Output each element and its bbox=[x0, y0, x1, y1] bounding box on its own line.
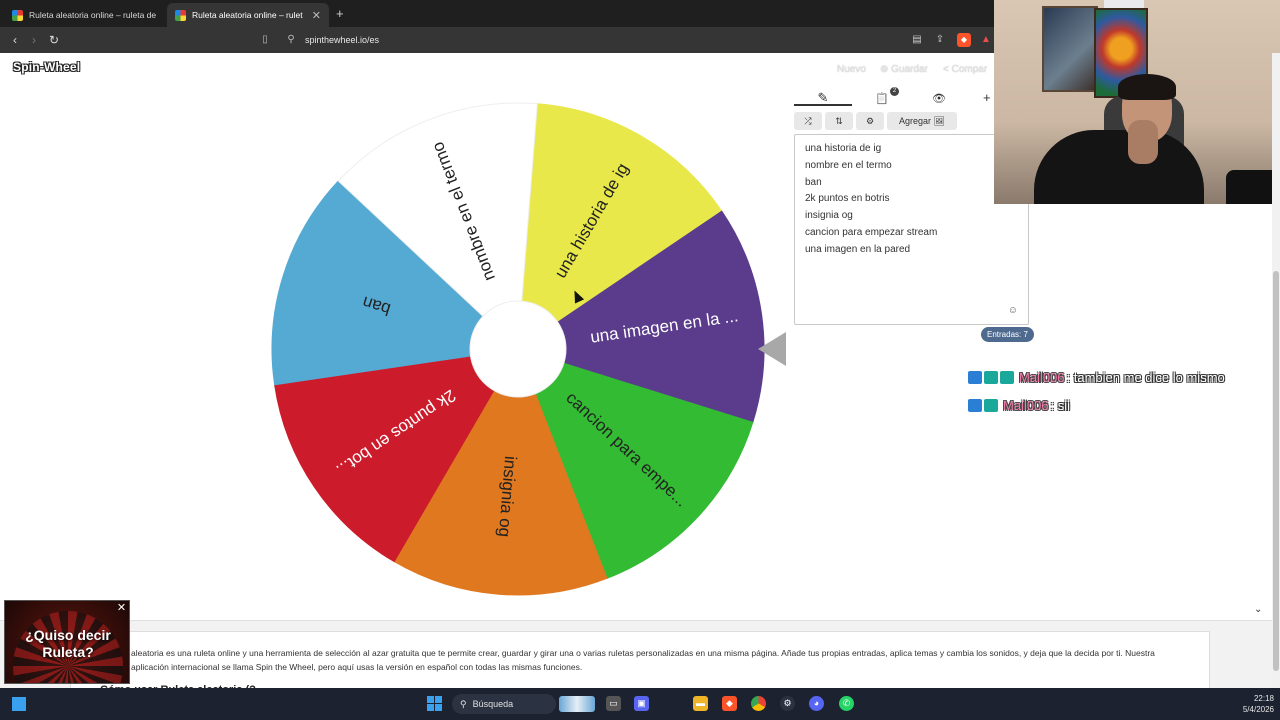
roulette-ad-popup[interactable]: ¿Quiso decir Ruleta? ✕ bbox=[4, 600, 130, 684]
forward-arrow-icon[interactable]: › bbox=[26, 32, 42, 48]
clock-date: 5/4/2026 bbox=[1242, 705, 1274, 714]
search-icon: ⚲ bbox=[460, 698, 467, 709]
add-image-button[interactable]: Agregar 🖼 bbox=[887, 112, 957, 130]
close-tab-icon[interactable]: ✕ bbox=[312, 9, 321, 22]
entries-count-badge: Entradas: 7 bbox=[981, 327, 1034, 342]
weather-widget-icon[interactable] bbox=[559, 696, 595, 712]
scrollbar-thumb[interactable] bbox=[1273, 271, 1279, 671]
entry-line: 2k puntos en botris bbox=[805, 193, 890, 205]
settings-button[interactable]: ⚙ bbox=[856, 112, 884, 130]
webcam-poster bbox=[1042, 6, 1098, 92]
chat-text: : tambien me dice lo mismo bbox=[1066, 369, 1225, 385]
entry-line: ban bbox=[805, 176, 822, 188]
site-favicon-icon bbox=[175, 9, 186, 21]
entry-line: una historia de ig bbox=[805, 143, 882, 154]
video-app-icon[interactable]: ▣ bbox=[634, 696, 649, 711]
app-logo[interactable]: Spin-Wheel bbox=[13, 60, 80, 74]
tab-results[interactable]: 📋 bbox=[872, 90, 892, 106]
tab-title: Ruleta aleatoria online – ruleta de la s bbox=[29, 10, 156, 20]
rewards-icon[interactable]: ▲ bbox=[979, 33, 993, 47]
add-image-label: Agregar 🖼 bbox=[899, 115, 945, 126]
clock-time: 22:18 bbox=[1253, 694, 1274, 703]
chrome-icon[interactable] bbox=[751, 696, 766, 711]
whatsapp-icon[interactable]: ✆ bbox=[839, 696, 854, 711]
site-favicon-icon bbox=[12, 9, 23, 21]
windows-taskbar: ⚲ Búsqueda ▭ ▣ ▬ ◆ ⚙ ◕ ✆ 22:18 5/4/2026 bbox=[0, 688, 1280, 720]
editor-toolbar: ⤮ ⇅ ⚙ Agregar 🖼 bbox=[794, 112, 957, 130]
article-section: aleatoria es una ruleta online y una her… bbox=[0, 620, 1280, 696]
chat-text: : sii bbox=[1050, 397, 1071, 413]
popup-title: ¿Quiso decir Ruleta? bbox=[5, 627, 129, 661]
new-button[interactable]: Nuevo bbox=[837, 64, 866, 75]
steam-icon[interactable]: ⚙ bbox=[780, 696, 795, 711]
tab-title: Ruleta aleatoria online – rulet bbox=[192, 10, 303, 20]
reload-icon[interactable]: ↻ bbox=[46, 32, 62, 48]
wheel-center-hub[interactable] bbox=[469, 300, 567, 398]
browser-tab-1[interactable]: Ruleta aleatoria online – ruleta de la s bbox=[4, 3, 164, 27]
system-clock[interactable]: 22:18 5/4/2026 bbox=[1228, 693, 1274, 715]
emoji-icon[interactable]: ☺ bbox=[1008, 305, 1018, 316]
sort-button[interactable]: ⇅ bbox=[825, 112, 853, 130]
clipboard-icon: 📋 bbox=[875, 93, 889, 105]
chat-badge-icon bbox=[968, 398, 982, 412]
article-paragraph: aleatoria es una ruleta online y una her… bbox=[131, 648, 1155, 672]
article-card: aleatoria es una ruleta online y una her… bbox=[70, 631, 1210, 689]
search-label: Búsqueda bbox=[472, 699, 514, 709]
task-view-icon[interactable]: ▭ bbox=[606, 696, 621, 711]
brave-shield-icon[interactable]: ◆ bbox=[957, 33, 971, 47]
entry-line: insignia og bbox=[805, 210, 853, 222]
share-button[interactable]: < Compar bbox=[943, 64, 987, 75]
taskbar-search[interactable]: ⚲ Búsqueda bbox=[452, 694, 556, 714]
bookmark-icon[interactable]: ▯ bbox=[259, 34, 271, 46]
discord-icon[interactable]: ◕ bbox=[809, 696, 824, 711]
pencil-icon: ✎ bbox=[817, 90, 829, 105]
entry-line: nombre en el termo bbox=[805, 159, 892, 171]
results-count-badge: 2 bbox=[890, 87, 899, 96]
url-field[interactable]: spinthewheel.io/es bbox=[305, 35, 379, 45]
site-info-icon[interactable]: ⚲ bbox=[285, 34, 297, 46]
widgets-icon[interactable] bbox=[12, 697, 26, 711]
chat-message: Mail006 : tambien me dice lo mismo bbox=[968, 369, 1225, 385]
back-arrow-icon[interactable]: ‹ bbox=[7, 32, 23, 48]
popup-line-2: Ruleta? bbox=[42, 644, 94, 660]
windows-start-icon[interactable] bbox=[427, 696, 442, 711]
shuffle-button[interactable]: ⤮ bbox=[794, 112, 822, 130]
share-icon[interactable]: ⇪ bbox=[933, 33, 947, 47]
webcam-streamer-hand bbox=[1128, 120, 1158, 164]
chat-badge-icon bbox=[968, 370, 982, 384]
tab-hidden[interactable]: 👁 bbox=[929, 90, 949, 106]
new-tab-button[interactable]: + bbox=[336, 6, 344, 21]
chat-username: Mail006 bbox=[1003, 397, 1049, 413]
save-button[interactable]: ⊚ Guardar bbox=[880, 64, 928, 75]
chat-message: Mail006 : sii bbox=[968, 397, 1070, 413]
tab-edit[interactable]: ✎ bbox=[794, 90, 852, 106]
reader-mode-icon[interactable]: ▤ bbox=[910, 33, 924, 47]
chat-username: Mail006 bbox=[1019, 369, 1065, 385]
webcam-streamer-body bbox=[1034, 130, 1204, 204]
popup-line-1: ¿Quiso decir bbox=[25, 627, 111, 643]
webcam-streamer-hair bbox=[1118, 74, 1176, 100]
webcam-overlay bbox=[994, 0, 1280, 204]
gear-icon: ⚙ bbox=[865, 115, 875, 126]
save-label: Guardar bbox=[891, 64, 928, 75]
entry-line: cancion para empezar stream bbox=[805, 226, 938, 238]
chat-badge-icon bbox=[984, 370, 998, 384]
close-icon[interactable]: ✕ bbox=[116, 603, 127, 614]
entry-line: una imagen en la pared bbox=[805, 243, 911, 255]
sort-icon: ⇅ bbox=[835, 115, 843, 126]
file-explorer-icon[interactable]: ▬ bbox=[693, 696, 708, 711]
chat-badge-icon bbox=[984, 398, 998, 412]
share-label: Compar bbox=[951, 64, 988, 75]
collapse-chevron-icon[interactable]: ⌄ bbox=[1254, 604, 1262, 615]
chat-badge-icon bbox=[1000, 370, 1014, 384]
browser-tab-2[interactable]: Ruleta aleatoria online – rulet ✕ bbox=[167, 3, 329, 27]
eye-off-icon: 👁 bbox=[932, 93, 946, 105]
brave-browser-icon[interactable]: ◆ bbox=[722, 696, 737, 711]
page-scrollbar[interactable] bbox=[1272, 53, 1280, 688]
editor-tabs: ✎ 📋 2 👁 + bbox=[794, 87, 994, 109]
add-wheel-button[interactable]: + bbox=[983, 90, 991, 105]
shuffle-icon: ⤮ bbox=[804, 115, 812, 126]
